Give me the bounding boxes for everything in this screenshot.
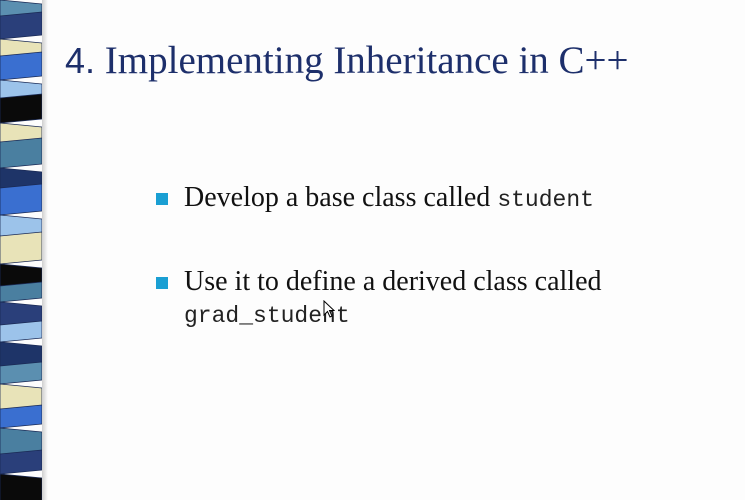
stripe-segment <box>0 11 42 40</box>
stripe-segment <box>0 183 42 216</box>
bullet-list: Develop a base class called student Use … <box>156 180 716 332</box>
bullet-item-base-class: Develop a base class called student <box>156 180 716 218</box>
stripe-segment <box>0 449 42 475</box>
bullet-text: Develop a base class called <box>184 182 498 213</box>
mouse-pointer-icon <box>323 300 335 318</box>
stripe-segment <box>0 320 42 343</box>
stripe-segment <box>0 93 42 124</box>
bullet-square-icon <box>156 193 168 205</box>
slide-title-number: 4. <box>65 40 96 81</box>
bullet-code: grad_student <box>184 303 350 329</box>
stripe-segment <box>0 361 42 385</box>
bullet-text: Use it to define a derived class called <box>184 266 602 297</box>
bullet-code: student <box>497 187 594 213</box>
slide-title-text: Implementing Inheritance in C++ <box>95 39 629 82</box>
stripe-segment <box>0 473 42 500</box>
slide-title: 4. Implementing Inheritance in C++ <box>65 38 629 83</box>
stripe-segment <box>0 231 42 265</box>
stripe-pattern <box>0 0 42 500</box>
stripe-shadow <box>42 0 48 500</box>
bullet-item-derived-class: Use it to define a derived class called … <box>156 264 716 332</box>
decorative-stripe-bar <box>0 0 42 500</box>
stripe-segment <box>0 51 42 81</box>
stripe-segment <box>0 281 42 303</box>
stripe-segment <box>0 137 42 169</box>
stripe-segment <box>0 404 42 429</box>
presentation-slide: 4. Implementing Inheritance in C++ Devel… <box>0 0 745 500</box>
bullet-square-icon <box>156 277 168 289</box>
